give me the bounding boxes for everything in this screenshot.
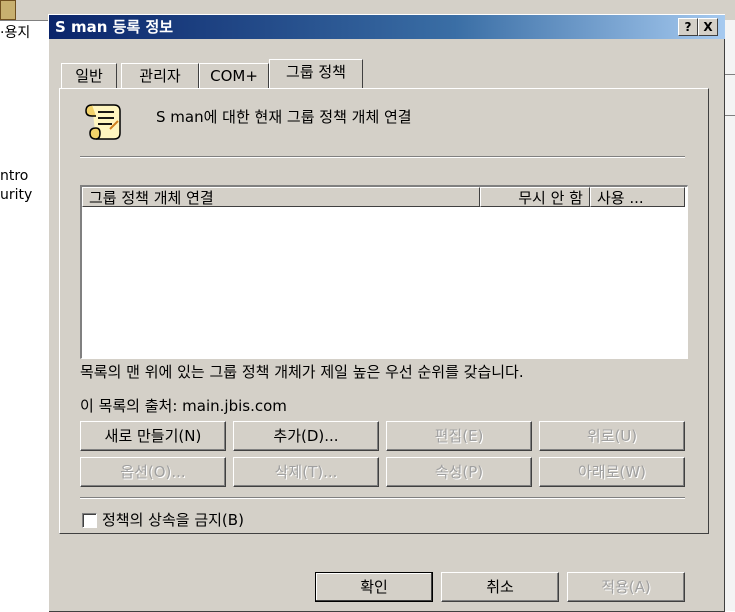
tab-complus[interactable]: COM+ xyxy=(199,63,269,88)
block-inheritance-checkbox[interactable] xyxy=(82,513,97,528)
add-button[interactable]: 추가(D)... xyxy=(233,421,379,451)
tab-admin[interactable]: 관리자 xyxy=(121,63,199,88)
panel-header: S man에 대한 현재 그룹 정책 개체 연결 xyxy=(156,108,412,126)
move-up-button[interactable]: 위로(U) xyxy=(539,421,685,451)
help-button[interactable]: ? xyxy=(678,18,698,36)
background-text-fragment: urity xyxy=(0,187,33,203)
delete-button[interactable]: 삭제(T)... xyxy=(233,457,379,487)
background-text-fragment: ntro xyxy=(0,168,29,184)
properties-dialog: S man 등록 정보 ? X 일반 관리자 COM+ 그룹 정책 S man에… xyxy=(48,14,725,612)
title-bar[interactable]: S man 등록 정보 ? X xyxy=(49,15,725,39)
close-button[interactable]: X xyxy=(698,18,718,36)
background-right-panel xyxy=(724,20,735,611)
divider xyxy=(80,497,685,499)
cancel-button[interactable]: 취소 xyxy=(441,572,559,602)
move-down-button[interactable]: 아래로(W) xyxy=(539,457,685,487)
options-button[interactable]: 옵션(O)... xyxy=(80,457,226,487)
background-app-icon xyxy=(0,0,16,20)
tab-label: 그룹 정책 xyxy=(286,63,346,81)
column-header-disabled[interactable]: 사용 ... xyxy=(590,187,685,207)
background-text-fragment: ·용지 xyxy=(0,25,31,41)
properties-button[interactable]: 속성(P) xyxy=(386,457,532,487)
tab-label: 관리자 xyxy=(139,67,181,85)
tab-label: COM+ xyxy=(210,67,258,85)
new-button[interactable]: 새로 만들기(N) xyxy=(80,421,226,451)
tab-label: 일반 xyxy=(75,67,103,85)
priority-note: 목록의 맨 위에 있는 그룹 정책 개체가 제일 높은 우선 순위를 갖습니다. xyxy=(80,363,524,381)
group-policy-panel: S man에 대한 현재 그룹 정책 개체 연결 그룹 정책 개체 연결 무시 … xyxy=(59,88,709,534)
block-inheritance-label[interactable]: 정책의 상속을 금지(B) xyxy=(102,509,244,530)
scroll-icon xyxy=(85,104,121,140)
apply-button[interactable]: 적용(A) xyxy=(567,572,685,602)
list-source: 이 목록의 출처: main.jbis.com xyxy=(80,397,287,415)
column-header-no-override[interactable]: 무시 안 함 xyxy=(480,187,590,207)
tab-group-policy[interactable]: 그룹 정책 xyxy=(269,59,363,88)
divider xyxy=(80,156,685,158)
gpo-link-list[interactable]: 그룹 정책 개체 연결 무시 안 함 사용 ... xyxy=(80,185,688,359)
tab-general[interactable]: 일반 xyxy=(61,63,117,88)
column-header-gpo-link[interactable]: 그룹 정책 개체 연결 xyxy=(82,187,480,207)
edit-button[interactable]: 편집(E) xyxy=(386,421,532,451)
ok-button[interactable]: 확인 xyxy=(315,572,433,602)
window-title: S man 등록 정보 xyxy=(55,18,174,36)
